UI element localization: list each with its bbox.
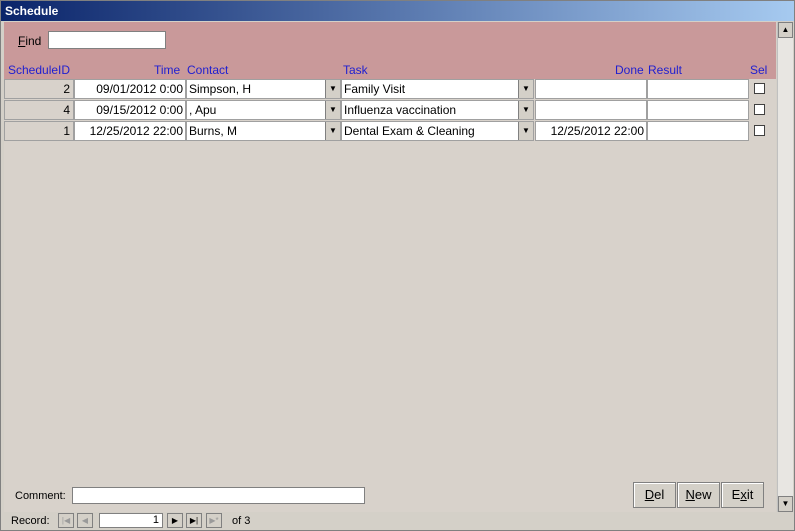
column-header-done: Done: [615, 63, 644, 77]
column-header-contact: Contact: [187, 63, 229, 77]
table-row[interactable]: 1 12/25/2012 22:00 Burns, M ▼ Dental Exa…: [4, 121, 776, 142]
dropdown-arrow-icon[interactable]: ▼: [325, 122, 340, 140]
time-cell[interactable]: 09/01/2012 0:00: [74, 79, 186, 99]
contact-combo[interactable]: , Apu ▼: [186, 100, 341, 120]
vertical-scrollbar[interactable]: ▲ ▼: [777, 22, 793, 512]
first-record-icon[interactable]: |◀: [58, 513, 74, 528]
exit-button[interactable]: Exit: [721, 482, 764, 508]
current-record-input[interactable]: 1: [99, 513, 163, 528]
contact-combo[interactable]: Burns, M ▼: [186, 121, 341, 141]
dropdown-arrow-icon[interactable]: ▼: [325, 101, 340, 119]
record-navigation-bar: Record: |◀ ◀ 1 ▶ ▶| ▶* of 3: [1, 512, 794, 530]
column-header-time: Time: [154, 63, 181, 77]
dropdown-arrow-icon[interactable]: ▼: [518, 80, 533, 98]
sel-checkbox[interactable]: [754, 83, 765, 94]
column-header-scheduleid: ScheduleID: [8, 63, 71, 77]
task-value: Family Visit: [344, 82, 406, 96]
dropdown-arrow-icon[interactable]: ▼: [518, 101, 533, 119]
del-button[interactable]: Del: [633, 482, 676, 508]
schedule-id-cell[interactable]: 2: [4, 79, 74, 99]
task-value: Influenza vaccination: [344, 103, 457, 117]
done-cell[interactable]: [535, 79, 647, 99]
comment-label: Comment:: [15, 490, 66, 502]
record-count: of 3: [232, 515, 251, 527]
scroll-up-icon[interactable]: ▲: [778, 22, 793, 38]
result-cell[interactable]: [647, 100, 749, 120]
find-label: Find: [18, 34, 42, 48]
time-cell[interactable]: 09/15/2012 0:00: [74, 100, 186, 120]
sel-checkbox[interactable]: [754, 125, 765, 136]
contact-combo[interactable]: Simpson, H ▼: [186, 79, 341, 99]
record-label: Record:: [11, 515, 50, 527]
column-header-sel: Sel: [750, 63, 768, 77]
dropdown-arrow-icon[interactable]: ▼: [518, 122, 533, 140]
sel-checkbox[interactable]: [754, 104, 765, 115]
table-row[interactable]: 4 09/15/2012 0:00 , Apu ▼ Influenza vacc…: [4, 100, 776, 121]
contact-value: , Apu: [189, 103, 217, 117]
new-record-icon[interactable]: ▶*: [206, 513, 222, 528]
form-header: Find ScheduleID Time Contact Task Done R…: [4, 22, 776, 79]
scroll-down-icon[interactable]: ▼: [778, 496, 793, 512]
table-row[interactable]: 2 09/01/2012 0:00 Simpson, H ▼ Family Vi…: [4, 79, 776, 100]
result-cell[interactable]: [647, 121, 749, 141]
schedule-window: Schedule Find ScheduleID Time Contact Ta…: [0, 0, 795, 531]
done-cell[interactable]: [535, 100, 647, 120]
title-bar: Schedule: [1, 1, 794, 21]
done-cell[interactable]: 12/25/2012 22:00: [535, 121, 647, 141]
previous-record-icon[interactable]: ◀: [77, 513, 93, 528]
task-value: Dental Exam & Cleaning: [344, 124, 475, 138]
task-combo[interactable]: Family Visit ▼: [341, 79, 534, 99]
schedule-id-cell[interactable]: 4: [4, 100, 74, 120]
dropdown-arrow-icon[interactable]: ▼: [325, 80, 340, 98]
new-button[interactable]: New: [677, 482, 720, 508]
result-cell[interactable]: [647, 79, 749, 99]
form-area: Find ScheduleID Time Contact Task Done R…: [4, 22, 776, 512]
schedule-id-cell[interactable]: 1: [4, 121, 74, 141]
column-header-task: Task: [343, 63, 368, 77]
time-cell[interactable]: 12/25/2012 22:00: [74, 121, 186, 141]
last-record-icon[interactable]: ▶|: [186, 513, 202, 528]
task-combo[interactable]: Influenza vaccination ▼: [341, 100, 534, 120]
task-combo[interactable]: Dental Exam & Cleaning ▼: [341, 121, 534, 141]
find-input[interactable]: [48, 31, 166, 49]
contact-value: Burns, M: [189, 124, 238, 138]
comment-input[interactable]: [72, 487, 365, 504]
column-header-result: Result: [648, 63, 683, 77]
contact-value: Simpson, H: [189, 82, 252, 96]
next-record-icon[interactable]: ▶: [167, 513, 183, 528]
